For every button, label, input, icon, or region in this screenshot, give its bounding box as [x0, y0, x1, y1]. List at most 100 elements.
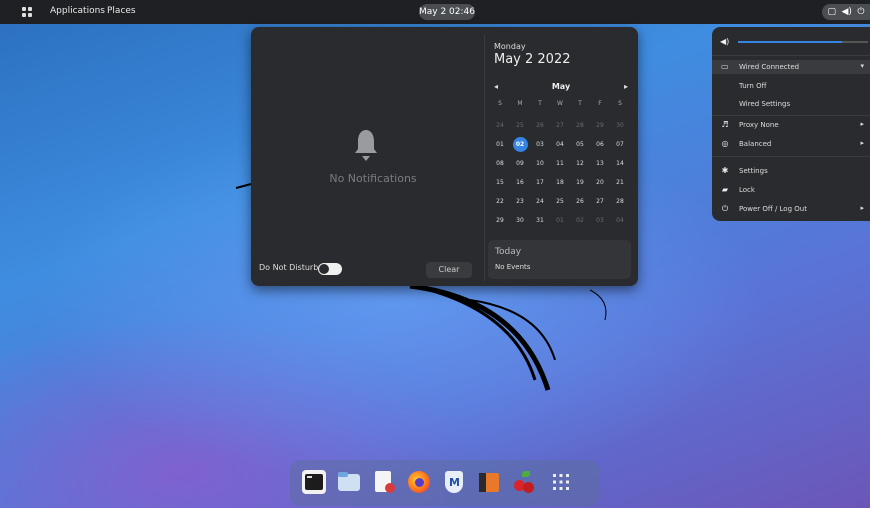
calendar-day[interactable]: 26 — [570, 192, 590, 211]
divider — [712, 156, 870, 157]
power-off-item[interactable]: ⏻ Power Off / Log Out ▸ — [712, 202, 870, 216]
date-label: May 2 2022 — [494, 52, 571, 67]
volume-icon: ◀) — [720, 37, 730, 46]
turn-off-item[interactable]: Turn Off — [712, 79, 870, 93]
terminal-icon[interactable] — [302, 470, 326, 494]
weekday-header: M — [517, 99, 523, 107]
calendar-day[interactable]: 04 — [550, 135, 570, 154]
volume-row: ◀) — [712, 31, 870, 51]
calendar-day[interactable]: 21 — [610, 173, 630, 192]
calendar-day[interactable]: 26 — [530, 116, 550, 135]
calendar-day[interactable]: 31 — [530, 211, 550, 230]
show-apps-icon[interactable] — [549, 470, 573, 494]
calendar-day[interactable]: 03 — [530, 135, 550, 154]
turn-off-label: Turn Off — [739, 82, 767, 90]
wired-connected-row[interactable]: ▭ Wired Connected ▾ — [712, 60, 870, 74]
proxy-item[interactable]: ♬ Proxy None ▸ — [712, 118, 870, 132]
calendar-day[interactable]: 04 — [610, 211, 630, 230]
calendar-day[interactable]: 29 — [490, 211, 510, 230]
calendar-day[interactable]: 06 — [590, 135, 610, 154]
weekday-header: S — [618, 99, 622, 107]
calendar-day[interactable]: 11 — [550, 154, 570, 173]
files-icon[interactable] — [337, 470, 361, 494]
text-editor-icon[interactable] — [372, 470, 396, 494]
chevron-right-icon: ▸ — [860, 120, 864, 128]
calendar-day[interactable]: 22 — [490, 192, 510, 211]
do-not-disturb-label: Do Not Disturb — [259, 263, 319, 272]
calendar-day[interactable]: 20 — [590, 173, 610, 192]
calendar-day[interactable]: 28 — [570, 116, 590, 135]
calendar-day[interactable]: 16 — [510, 173, 530, 192]
calendar-day[interactable]: 12 — [570, 154, 590, 173]
weekday-header: T — [578, 99, 582, 107]
calendar-day[interactable]: 27 — [550, 116, 570, 135]
proxy-label: Proxy None — [739, 121, 779, 129]
no-notifications-text: No Notifications — [329, 172, 417, 185]
calendar-day[interactable]: 23 — [510, 192, 530, 211]
calendar-day[interactable]: 02 — [570, 211, 590, 230]
month-title: May — [551, 82, 571, 91]
dash: M — [290, 460, 599, 506]
power-off-label: Power Off / Log Out — [739, 205, 807, 213]
calendar-day[interactable]: 24 — [490, 116, 510, 135]
power-icon: ⏻ — [721, 204, 729, 213]
volume-slider[interactable] — [738, 41, 868, 43]
wired-settings-item[interactable]: Wired Settings — [712, 97, 870, 111]
metasploit-icon[interactable]: M — [442, 470, 466, 494]
weekday-header: S — [498, 99, 502, 107]
weekday-label: Monday — [494, 42, 526, 51]
burp-suite-icon[interactable] — [477, 470, 501, 494]
calendar-day[interactable]: 10 — [530, 154, 550, 173]
next-month-button[interactable]: ▸ — [624, 82, 628, 91]
calendar-day[interactable]: 25 — [510, 116, 530, 135]
lock-icon: ▰ — [721, 185, 729, 194]
calendar-day[interactable]: 09 — [510, 154, 530, 173]
calendar-day[interactable]: 01 — [550, 211, 570, 230]
calendar-day[interactable]: 15 — [490, 173, 510, 192]
calendar-day[interactable]: 28 — [610, 192, 630, 211]
calendar-day[interactable]: 29 — [590, 116, 610, 135]
calendar-day[interactable]: 18 — [550, 173, 570, 192]
firefox-icon[interactable] — [407, 470, 431, 494]
gear-icon: ✱ — [721, 166, 729, 175]
calendar-day[interactable]: 17 — [530, 173, 550, 192]
calendar-day[interactable]: 24 — [530, 192, 550, 211]
calendar-day[interactable]: 07 — [610, 135, 630, 154]
chevron-right-icon: ▸ — [860, 204, 864, 212]
calendar-popup: No Notifications Do Not Disturb Clear Mo… — [251, 27, 638, 286]
wired-connected-label: Wired Connected — [739, 63, 800, 71]
network-icon: ▭ — [721, 62, 729, 71]
chevron-down-icon: ▾ — [860, 62, 864, 70]
calendar-day[interactable]: 14 — [610, 154, 630, 173]
wired-settings-label: Wired Settings — [739, 100, 791, 108]
do-not-disturb-toggle[interactable] — [318, 263, 342, 275]
divider — [712, 115, 870, 116]
calendar-day[interactable]: 25 — [550, 192, 570, 211]
calendar-grid: S M T W T F S 24 25 26 27 28 29 30 01 02 03 04 05 06 07 08 09 1… — [490, 97, 630, 230]
power-mode-icon: ◎ — [721, 139, 729, 148]
calendar-day[interactable]: 30 — [510, 211, 530, 230]
calendar-day[interactable]: 27 — [590, 192, 610, 211]
weekday-header: T — [538, 99, 542, 107]
divider — [484, 35, 485, 281]
events-today-label: Today — [495, 247, 522, 257]
events-section[interactable]: Today No Events — [488, 240, 631, 279]
settings-label: Settings — [739, 167, 768, 175]
settings-item[interactable]: ✱ Settings — [712, 164, 870, 178]
cherrytree-icon[interactable] — [512, 470, 536, 494]
calendar-day[interactable]: 03 — [590, 211, 610, 230]
system-menu: ◀) ▭ Wired Connected ▾ Turn Off Wired Se… — [712, 27, 870, 221]
power-mode-item[interactable]: ◎ Balanced ▸ — [712, 137, 870, 151]
lock-item[interactable]: ▰ Lock — [712, 183, 870, 197]
calendar-day[interactable]: 08 — [490, 154, 510, 173]
clear-button[interactable]: Clear — [426, 262, 472, 278]
calendar-day[interactable]: 05 — [570, 135, 590, 154]
calendar-day[interactable]: 30 — [610, 116, 630, 135]
weekday-header: W — [557, 99, 563, 107]
proxy-icon: ♬ — [721, 120, 729, 129]
calendar-day[interactable]: 02 — [512, 137, 528, 152]
calendar-day[interactable]: 13 — [590, 154, 610, 173]
divider — [712, 55, 870, 56]
calendar-day[interactable]: 19 — [570, 173, 590, 192]
calendar-day[interactable]: 01 — [490, 135, 510, 154]
